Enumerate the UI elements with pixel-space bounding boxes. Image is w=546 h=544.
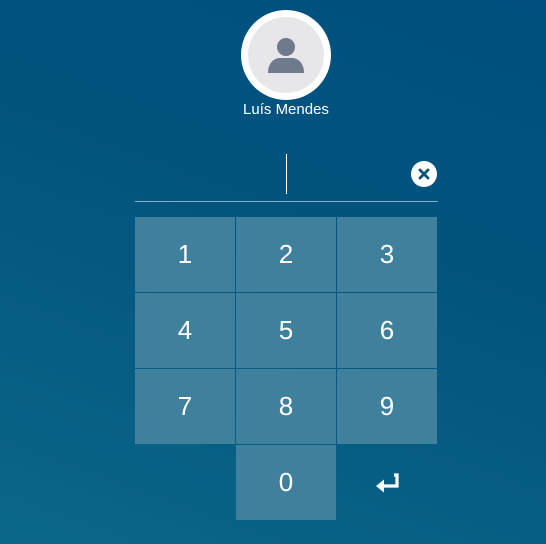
pin-input[interactable] xyxy=(135,146,405,200)
keypad-key-4[interactable]: 4 xyxy=(135,293,235,368)
keypad-key-6[interactable]: 6 xyxy=(337,293,437,368)
user-silhouette-icon xyxy=(268,38,304,73)
keypad-key-9[interactable]: 9 xyxy=(337,369,437,444)
keypad-key-3[interactable]: 3 xyxy=(337,217,437,292)
user-name: Luís Mendes xyxy=(243,101,329,118)
close-circle-icon xyxy=(418,168,430,180)
text-cursor xyxy=(286,154,287,194)
keypad-key-5[interactable]: 5 xyxy=(236,293,336,368)
keypad-key-7[interactable]: 7 xyxy=(135,369,235,444)
keypad: 1 2 3 4 5 6 7 8 9 0 xyxy=(135,217,437,520)
enter-return-icon xyxy=(376,472,399,492)
avatar xyxy=(241,10,331,100)
keypad-key-1[interactable]: 1 xyxy=(135,217,235,292)
pin-underline xyxy=(135,201,438,202)
clear-pin-button[interactable] xyxy=(411,161,437,187)
pin-entry xyxy=(135,146,438,202)
keypad-key-0[interactable]: 0 xyxy=(236,445,336,520)
avatar-placeholder xyxy=(248,17,324,93)
keypad-key-8[interactable]: 8 xyxy=(236,369,336,444)
keypad-key-2[interactable]: 2 xyxy=(236,217,336,292)
enter-button[interactable] xyxy=(337,445,437,520)
